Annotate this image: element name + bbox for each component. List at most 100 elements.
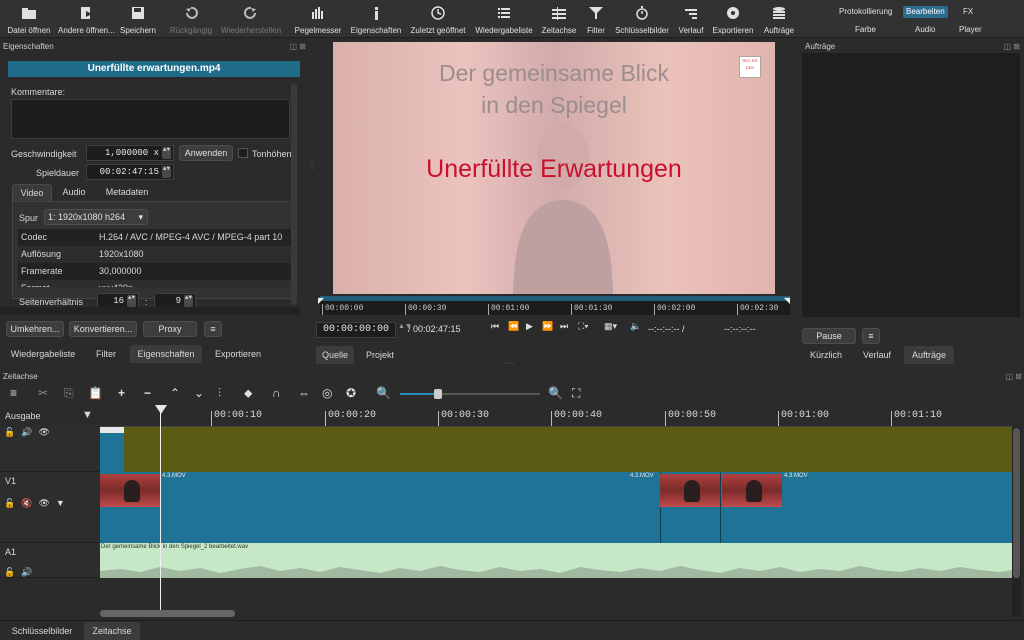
video-frame[interactable]: Der gemeinsame Blick in den Spiegel Uner… — [333, 42, 775, 294]
clip[interactable] — [100, 427, 124, 472]
tab-export[interactable]: Exportieren — [206, 345, 270, 363]
layout-color[interactable]: Farbe — [855, 24, 876, 36]
zoom-out-icon[interactable]: 🔍 — [376, 386, 391, 400]
scrub-icon[interactable]: ⇔ — [298, 386, 310, 400]
overwrite-icon[interactable]: ⌄ — [194, 386, 204, 400]
append-icon[interactable]: + — [118, 386, 125, 400]
timeline-button[interactable]: Zeitachse — [540, 3, 578, 37]
layout-logging[interactable]: Protokollierung — [839, 6, 892, 18]
horizontal-scrollbar[interactable] — [0, 307, 300, 315]
layout-player[interactable]: Player — [959, 24, 982, 36]
viewer-scrubber[interactable]: 00:00:00 00:00:30 00:01:00 00:01:30 00:0… — [316, 296, 790, 318]
paste-icon[interactable]: 📋 — [88, 386, 103, 400]
undo-button[interactable]: Rückgängig — [168, 3, 214, 37]
track-top[interactable] — [100, 427, 1012, 472]
properties-menu-button[interactable]: ≡ — [204, 321, 222, 337]
cut-icon[interactable]: ✂ — [38, 386, 48, 400]
zoom-in-icon[interactable]: 🔍 — [548, 386, 563, 400]
in-marker-icon[interactable]: ◤ — [318, 296, 324, 305]
splitter-handle-icon[interactable]: ⋮ — [308, 162, 316, 171]
jobs-button[interactable]: Aufträge — [762, 3, 796, 37]
tab-jobs[interactable]: Aufträge — [904, 346, 954, 364]
zoom-slider-handle[interactable] — [434, 389, 442, 399]
tab-properties[interactable]: Eigenschaften — [130, 345, 202, 363]
timeline-ruler[interactable]: 00:00:10 00:00:20 00:00:30 00:00:40 00:0… — [100, 407, 1012, 427]
properties-scrollbar[interactable] — [291, 83, 297, 305]
spin-arrows-icon[interactable]: ▲▼ — [162, 166, 171, 178]
layout-fx[interactable]: FX — [963, 6, 973, 18]
layout-audio[interactable]: Audio — [915, 24, 935, 36]
skip-start-icon[interactable]: ⏮ — [491, 321, 499, 332]
splitter-handle-icon[interactable]: ···· — [505, 360, 519, 367]
jobs-menu-button[interactable]: ≡ — [862, 328, 880, 344]
volume-icon[interactable]: 🔈 — [630, 321, 641, 332]
tab-metadata[interactable]: Metadaten — [96, 184, 158, 201]
layout-editing[interactable]: Bearbeiten — [903, 6, 948, 18]
pause-jobs-button[interactable]: Pause — [802, 328, 856, 344]
ripple-icon[interactable]: ◎ — [322, 386, 332, 400]
duration-spinbox[interactable]: 00:02:47:15 ▲▼ — [86, 164, 174, 180]
fast-forward-icon[interactable]: ⏩ — [542, 321, 553, 332]
track-header-top[interactable]: 🔓🔊👁 — [0, 427, 100, 472]
out-marker-icon[interactable]: ◥ — [784, 296, 790, 305]
track-a1[interactable]: Der gemeinsame Blick in den Spiegel_2 be… — [100, 543, 1012, 578]
open-other-button[interactable]: Andere öffnen... — [58, 3, 115, 37]
spin-arrows-icon[interactable]: ▲▼ — [184, 295, 193, 307]
rewind-icon[interactable]: ⏪ — [508, 321, 519, 332]
mute-icon[interactable]: 🔇 — [21, 498, 38, 508]
tab-source[interactable]: Quelle — [316, 346, 354, 364]
tab-recent[interactable]: Kürzlich — [804, 346, 848, 364]
track-v1[interactable]: 4.3.MOV 4.3.MOV 4.3.MOV — [100, 472, 1012, 543]
tab-video[interactable]: Video — [12, 184, 52, 201]
dock-float-icon[interactable]: ◫ ⊠ — [1004, 40, 1020, 53]
tab-timeline[interactable]: Zeitachse — [84, 622, 140, 640]
keyframes-button[interactable]: Schlüsselbilder — [614, 3, 670, 37]
zoom-fit-icon[interactable]: ⛶▾ — [578, 321, 589, 332]
reverse-button[interactable]: Umkehren... — [6, 321, 64, 337]
speaker-icon[interactable]: 🔊 — [21, 427, 38, 437]
filter-button[interactable]: Filter — [584, 3, 608, 37]
playlist-button[interactable]: Wiedergabeliste — [475, 3, 533, 37]
filter-icon[interactable]: ▼ — [56, 498, 71, 508]
convert-button[interactable]: Konvertieren... — [69, 321, 137, 337]
remove-icon[interactable]: − — [144, 386, 151, 400]
lock-icon[interactable]: 🔓 — [4, 567, 21, 577]
lock-icon[interactable]: 🔓 — [4, 427, 21, 437]
playhead-handle[interactable] — [155, 405, 167, 414]
apply-speed-button[interactable]: Anwenden — [179, 145, 233, 161]
scrub-ruler[interactable]: 00:00:00 00:00:30 00:01:00 00:01:30 00:0… — [320, 301, 790, 315]
tab-audio[interactable]: Audio — [54, 184, 94, 201]
track-header-a1[interactable]: A1 🔓🔊 — [0, 543, 100, 578]
tab-playlist[interactable]: Wiedergabeliste — [4, 345, 82, 363]
filter-icon[interactable]: ▼ — [82, 409, 93, 421]
save-button[interactable]: Speichern — [118, 3, 158, 37]
track-header-v1[interactable]: V1 🔓🔇👁▼ — [0, 472, 100, 543]
export-button[interactable]: Exportieren — [712, 3, 754, 37]
lock-icon[interactable]: 🔓 — [4, 498, 21, 508]
grid-icon[interactable]: ▦▾ — [604, 321, 617, 332]
spin-arrows-icon[interactable]: ▲▼ — [162, 147, 171, 159]
snap-magnet-icon[interactable]: ∩ — [272, 386, 281, 400]
position-timecode[interactable]: 00:00:00:00 — [316, 322, 396, 338]
menu-icon[interactable]: ≡ — [10, 386, 17, 400]
comments-field[interactable] — [11, 99, 290, 139]
proxy-button[interactable]: Proxy — [143, 321, 197, 337]
tab-history[interactable]: Verlauf — [854, 346, 900, 364]
eye-icon[interactable]: 👁 — [38, 498, 55, 508]
timeline-v-scrollbar[interactable] — [1013, 428, 1020, 578]
recent-button[interactable]: Zuletzt geöffnet — [410, 3, 466, 37]
tab-keyframes[interactable]: Schlüsselbilder — [4, 622, 80, 640]
marker-icon[interactable]: ⬥ — [244, 386, 252, 401]
skip-end-icon[interactable]: ⏭ — [560, 321, 568, 332]
play-icon[interactable]: ▶ — [526, 321, 533, 332]
meter-button[interactable]: Pegelmesser — [294, 3, 342, 37]
history-button[interactable]: Verlauf — [676, 3, 706, 37]
dock-float-icon[interactable]: ◫ ⊠ — [290, 40, 306, 53]
track-select[interactable]: 1: 1920x1080 h264 ▾ — [44, 209, 148, 225]
tab-project[interactable]: Projekt — [360, 346, 400, 364]
timeline-h-scrollbar[interactable] — [100, 610, 235, 617]
copy-icon[interactable]: ⎘ — [64, 386, 74, 401]
redo-button[interactable]: Wiederherstellen — [220, 3, 282, 37]
zoom-fit-icon[interactable]: ⛶ — [572, 386, 580, 401]
properties-button[interactable]: Eigenschaften — [350, 3, 402, 37]
